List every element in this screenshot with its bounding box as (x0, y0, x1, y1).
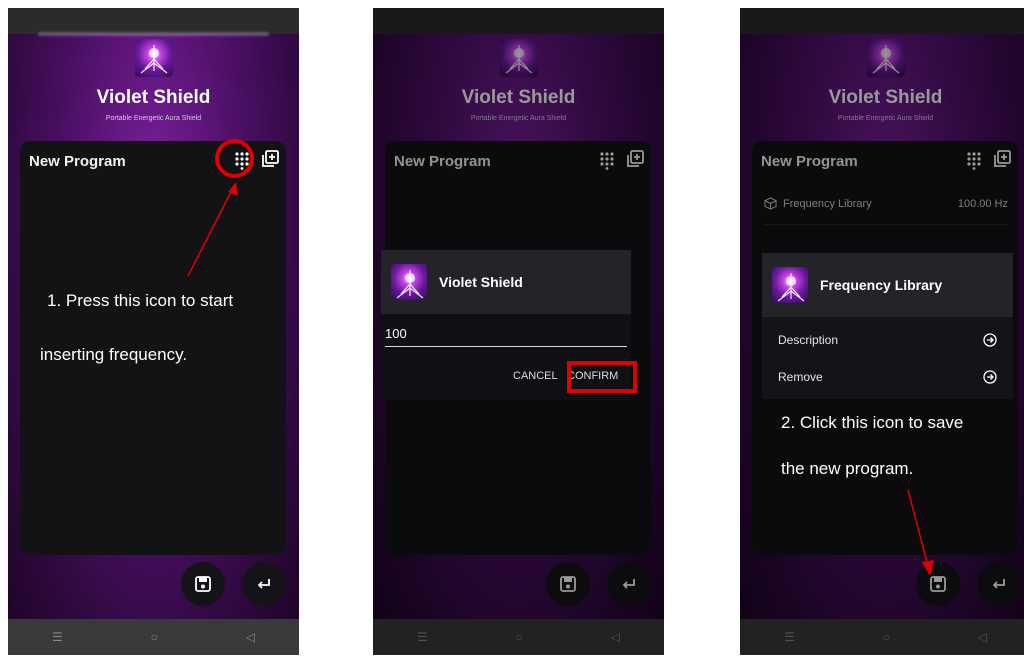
status-bar (740, 8, 1024, 34)
return-button[interactable] (607, 562, 651, 606)
save-icon (560, 576, 576, 592)
return-icon (622, 579, 635, 589)
nav-menu-button[interactable]: ☰ (417, 630, 428, 644)
return-button[interactable] (977, 562, 1021, 606)
nav-back-button[interactable]: ◁ (246, 630, 255, 644)
card-title: New Program (761, 153, 858, 170)
nav-home-button[interactable]: ○ (883, 630, 890, 644)
frequency-input[interactable]: 100 (385, 322, 627, 347)
menu-item-description[interactable]: Description (778, 333, 997, 347)
save-button[interactable] (181, 562, 225, 606)
keypad-icon[interactable] (597, 150, 617, 170)
keypad-icon[interactable] (964, 150, 984, 170)
arrow-circle-right-icon (983, 333, 997, 347)
top-glow (38, 32, 269, 36)
app-subtitle: Portable Energetic Aura Shield (105, 115, 202, 122)
phone-panel-3: Violet Shield Portable Energetic Aura Sh… (740, 8, 1024, 655)
app-subtitle: Portable Energetic Aura Shield (837, 115, 934, 122)
app-logo (499, 39, 538, 77)
app-subtitle: Portable Energetic Aura Shield (470, 115, 567, 122)
pointer-arrow (907, 489, 934, 576)
menu-title: Frequency Library (820, 277, 943, 293)
frequency-value: 100.00 Hz (957, 197, 1008, 210)
return-icon (992, 579, 1005, 589)
highlight-circle (215, 139, 254, 178)
frequency-list-item[interactable]: Frequency Library 100.00 Hz (764, 197, 1008, 225)
save-icon (195, 576, 211, 592)
dialog-logo (391, 264, 427, 300)
card-title: New Program (394, 153, 491, 170)
system-nav-bar: ☰ ○ ◁ (373, 619, 664, 655)
card-title: New Program (29, 153, 126, 170)
status-bar (373, 8, 664, 34)
highlight-confirm-box (567, 361, 637, 393)
return-icon (257, 579, 270, 589)
instruction-text-2: inserting frequency. (40, 345, 188, 364)
dialog-title: Violet Shield (439, 274, 523, 290)
nav-back-button[interactable]: ◁ (978, 630, 987, 644)
pointer-arrow (187, 182, 238, 277)
app-logo (866, 39, 905, 77)
nav-home-button[interactable]: ○ (151, 630, 158, 644)
save-button[interactable] (546, 562, 590, 606)
arrow-circle-right-icon (983, 370, 997, 384)
return-button[interactable] (242, 562, 286, 606)
instruction-text-1: 2. Click this icon to save (781, 413, 964, 432)
phone-panel-1: Violet Shield Portable Energetic Aura Sh… (8, 8, 299, 655)
frequency-library-label: Frequency Library (783, 197, 872, 210)
app-title: Violet Shield (96, 87, 211, 108)
add-copy-icon[interactable] (260, 149, 280, 169)
menu-item-label: Description (778, 333, 839, 347)
menu-header: Frequency Library (762, 253, 1013, 317)
nav-home-button[interactable]: ○ (516, 630, 523, 644)
dialog-header: Violet Shield (381, 250, 631, 314)
app-title: Violet Shield (828, 87, 943, 108)
status-bar (8, 8, 299, 34)
menu-logo (772, 267, 808, 303)
phone-panel-2: Violet Shield Portable Energetic Aura Sh… (373, 8, 664, 655)
nav-menu-button[interactable]: ☰ (52, 630, 63, 644)
menu-item-remove[interactable]: Remove (778, 370, 997, 384)
add-copy-icon[interactable] (992, 149, 1012, 169)
cancel-button[interactable]: CANCEL (513, 370, 558, 382)
instruction-text-2: the new program. (781, 459, 914, 478)
menu-item-label: Remove (778, 370, 823, 384)
menu-body: Description Remove (762, 317, 1013, 399)
nav-back-button[interactable]: ◁ (611, 630, 620, 644)
add-copy-icon[interactable] (625, 149, 645, 169)
cube-icon (764, 197, 777, 210)
system-nav-bar: ☰ ○ ◁ (740, 619, 1024, 655)
system-nav-bar: ☰ ○ ◁ (8, 619, 299, 655)
instruction-text-1: 1. Press this icon to start (47, 291, 234, 310)
app-title: Violet Shield (461, 87, 576, 108)
app-logo (134, 39, 173, 77)
nav-menu-button[interactable]: ☰ (784, 630, 795, 644)
